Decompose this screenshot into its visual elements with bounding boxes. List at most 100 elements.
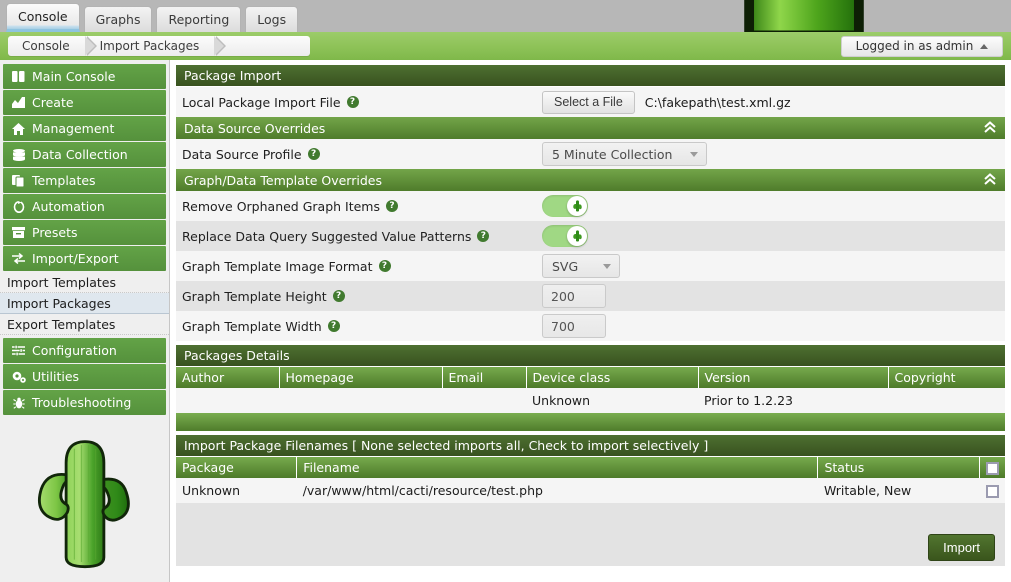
chevron-double-up-icon[interactable] (983, 121, 997, 135)
import-button[interactable]: Import (928, 533, 995, 561)
cactus-icon (572, 200, 582, 212)
column-status[interactable]: Status (817, 457, 980, 478)
toggle-knob (567, 226, 587, 246)
column-version[interactable]: Version (698, 367, 889, 388)
data-source-profile-select[interactable]: 5 Minute Collection (542, 142, 707, 166)
sidebar-label: Presets (32, 225, 78, 240)
section-title: Data Source Overrides (184, 120, 326, 136)
column-homepage[interactable]: Homepage (279, 367, 443, 388)
sidebar-item-import-export[interactable]: Import/Export (3, 246, 166, 271)
tab-graphs[interactable]: Graphs (83, 6, 153, 32)
sidebar-label: Utilities (32, 369, 80, 384)
label-graph-template-image-format: Graph Template Image Format ? (182, 259, 542, 274)
question-circle-icon[interactable]: ? (327, 320, 340, 332)
section-header-import-package-filenames: Import Package Filenames [ None selected… (176, 435, 1005, 457)
column-copyright[interactable]: Copyright (888, 367, 1005, 388)
remove-orphaned-graph-items-toggle[interactable] (542, 195, 588, 217)
top-banner: Console Graphs Reporting Logs (0, 0, 1011, 32)
cell-device-class: Unknown (526, 388, 698, 413)
cell-filename: /var/www/html/cacti/resource/test.php (296, 478, 818, 503)
tab-logs[interactable]: Logs (245, 6, 299, 32)
archive-icon (9, 227, 28, 238)
bug-icon (9, 397, 28, 409)
replace-data-query-suggested-value-patterns-toggle[interactable] (542, 225, 588, 247)
cell-select (979, 478, 1005, 503)
logged-in-label: Logged in as admin (855, 39, 974, 53)
sidebar-item-presets[interactable]: Presets (3, 220, 166, 245)
sidebar-label: Management (32, 121, 115, 136)
label-data-source-profile: Data Source Profile ? (182, 147, 542, 162)
section-header-graph-data-template-overrides[interactable]: Graph/Data Template Overrides (176, 169, 1005, 191)
sidebar-item-import-packages[interactable]: Import Packages (0, 293, 169, 314)
toggle-knob (567, 196, 587, 216)
row-replace-data-query-suggested-value-patterns: Replace Data Query Suggested Value Patte… (176, 221, 1005, 251)
select-all-checkbox[interactable] (986, 462, 999, 475)
table-row[interactable]: Unknown /var/www/html/cacti/resource/tes… (176, 478, 1005, 503)
caret-up-icon (980, 43, 989, 49)
row-data-source-profile: Data Source Profile ? 5 Minute Collectio… (176, 139, 1005, 169)
sidebar-label: Create (32, 95, 74, 110)
column-author[interactable]: Author (176, 367, 280, 388)
breadcrumb: Console Import Packages (8, 36, 310, 56)
copy-icon (9, 174, 28, 187)
table-header-row: Package Filename Status (176, 457, 1005, 478)
refresh-icon (9, 200, 28, 213)
column-select-all (979, 457, 1005, 478)
section-header-data-source-overrides[interactable]: Data Source Overrides (176, 117, 1005, 139)
sidebar-item-import-templates[interactable]: Import Templates (0, 272, 169, 293)
tab-console[interactable]: Console (6, 3, 80, 32)
row-graph-template-image-format: Graph Template Image Format ? SVG (176, 251, 1005, 281)
sidebar-item-main-console[interactable]: Main Console (3, 64, 166, 89)
main-content: Package Import Local Package Import File… (170, 60, 1011, 582)
breadcrumb-bar: Console Import Packages Logged in as adm… (0, 32, 1011, 60)
sidebar-cactus-logo (0, 429, 169, 577)
label-replace-data-query-suggested-value-patterns: Replace Data Query Suggested Value Patte… (182, 229, 542, 244)
question-circle-icon[interactable]: ? (386, 200, 398, 212)
table-spacer-row (176, 503, 1005, 528)
sidebar-item-management[interactable]: Management (3, 116, 166, 141)
section-title: Import Package Filenames [ None selected… (184, 438, 709, 453)
graph-template-image-format-select[interactable]: SVG (542, 254, 620, 278)
sidebar-item-configuration[interactable]: Configuration (3, 338, 166, 363)
question-circle-icon[interactable]: ? (307, 148, 320, 160)
sidebar-item-export-templates[interactable]: Export Templates (0, 314, 169, 335)
sidebar: Main Console Create Management Data Coll… (0, 60, 170, 582)
sidebar-item-automation[interactable]: Automation (3, 194, 166, 219)
breadcrumb-item-import-packages[interactable]: Import Packages (86, 36, 226, 56)
breadcrumb-item-console[interactable]: Console (8, 36, 97, 56)
question-circle-icon[interactable]: ? (378, 260, 391, 272)
chevron-double-up-icon[interactable] (983, 173, 997, 187)
table-row[interactable]: Unknown Prior to 1.2.23 (176, 388, 1005, 413)
cell-email (442, 388, 526, 413)
row-graph-template-width: Graph Template Width ? 700 (176, 311, 1005, 341)
question-circle-icon[interactable]: ? (346, 96, 359, 108)
row-checkbox[interactable] (985, 485, 999, 498)
packages-details-table: Author Homepage Email Device class Versi… (176, 367, 1005, 413)
sidebar-item-create[interactable]: Create (3, 90, 166, 115)
column-filename[interactable]: Filename (296, 457, 819, 478)
column-package[interactable]: Package (176, 457, 298, 478)
sidebar-item-data-collection[interactable]: Data Collection (3, 142, 166, 167)
tab-reporting[interactable]: Reporting (156, 6, 242, 32)
column-device-class[interactable]: Device class (526, 367, 699, 388)
logged-in-user-menu[interactable]: Logged in as admin (841, 35, 1003, 57)
graph-template-height-input[interactable]: 200 (542, 284, 606, 308)
graph-template-width-input[interactable]: 700 (542, 314, 606, 338)
column-email[interactable]: Email (442, 367, 527, 388)
chart-icon (9, 97, 28, 108)
sidebar-label: Automation (32, 199, 105, 214)
sidebar-item-utilities[interactable]: Utilities (3, 364, 166, 389)
sidebar-item-troubleshooting[interactable]: Troubleshooting (3, 390, 166, 415)
sliders-icon (9, 345, 28, 356)
select-value: 5 Minute Collection (552, 146, 673, 162)
label-graph-template-height: Graph Template Height ? (182, 289, 542, 304)
sidebar-item-templates[interactable]: Templates (3, 168, 166, 193)
database-icon (9, 148, 28, 161)
section-title: Package Import (184, 68, 282, 83)
question-circle-icon[interactable]: ? (332, 290, 345, 302)
question-circle-icon[interactable]: ? (477, 230, 490, 242)
row-graph-template-height: Graph Template Height ? 200 (176, 281, 1005, 311)
cell-author (176, 388, 279, 413)
cell-package: Unknown (176, 478, 297, 503)
select-a-file-button[interactable]: Select a File (542, 90, 635, 114)
